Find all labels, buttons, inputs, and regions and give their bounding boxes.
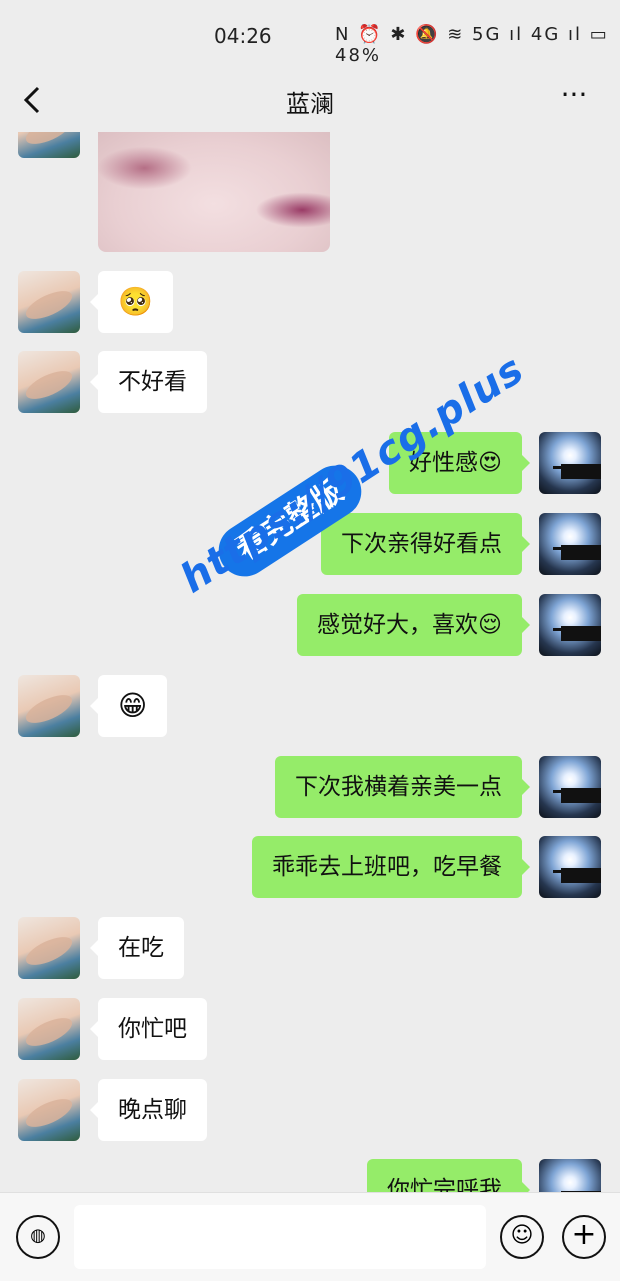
message-bubble[interactable]: 好性感😍: [389, 432, 530, 494]
input-bar: ◍ ☺ +: [0, 1192, 620, 1281]
message-bubble[interactable]: 🥺: [90, 271, 173, 333]
message-bubble[interactable]: 你忙吧: [90, 998, 207, 1060]
status-bar: 04:26 N ⏰ ✱ 🔕 ≋ 5G ıl 4G ıl ▭ 48%: [0, 0, 620, 70]
contact-avatar[interactable]: [18, 675, 80, 737]
message-bubble[interactable]: 下次我横着亲美一点: [275, 756, 530, 818]
message-input[interactable]: [74, 1205, 486, 1269]
plus-icon: +: [571, 1217, 597, 1252]
my-avatar[interactable]: [539, 1159, 601, 1192]
my-avatar[interactable]: [539, 513, 601, 575]
contact-avatar[interactable]: [18, 998, 80, 1060]
contact-avatar[interactable]: [18, 132, 80, 158]
image-message[interactable]: [98, 132, 330, 252]
emoji-button[interactable]: ☺: [500, 1215, 544, 1259]
my-avatar[interactable]: [539, 756, 601, 818]
my-avatar[interactable]: [539, 836, 601, 898]
contact-avatar[interactable]: [18, 271, 80, 333]
contact-avatar[interactable]: [18, 1079, 80, 1141]
voice-button[interactable]: ◍: [16, 1215, 60, 1259]
contact-avatar[interactable]: [18, 917, 80, 979]
plus-button[interactable]: +: [562, 1215, 606, 1259]
chat-header: 蓝澜 ···: [0, 70, 620, 132]
message-bubble[interactable]: 😁: [89, 675, 168, 737]
message-bubble[interactable]: 不好看: [90, 351, 207, 413]
my-avatar[interactable]: [539, 432, 601, 494]
emoji-icon: ☺: [510, 1223, 534, 1248]
message-bubble[interactable]: 晚点聊: [90, 1079, 207, 1141]
battery-percent: 48%: [335, 45, 382, 66]
status-time: 04:26: [214, 24, 272, 48]
message-list[interactable]: 🥺 不好看 好性感😍 下次亲得好看点 感觉好大，喜欢😌 😁 下次我横着亲美一点 …: [0, 132, 620, 1192]
voice-icon: ◍: [30, 1225, 46, 1246]
chat-title: 蓝澜: [286, 90, 334, 118]
message-bubble[interactable]: 感觉好大，喜欢😌: [297, 594, 530, 656]
status-icons: N ⏰ ✱ 🔕 ≋ 5G ıl 4G ıl ▭ 48%: [335, 24, 620, 66]
message-bubble[interactable]: 下次亲得好看点: [321, 513, 530, 575]
contact-avatar[interactable]: [18, 351, 80, 413]
more-options-button[interactable]: ···: [552, 78, 596, 118]
my-avatar[interactable]: [539, 594, 601, 656]
message-bubble[interactable]: 乖乖去上班吧，吃早餐: [252, 836, 530, 898]
message-bubble[interactable]: 你忙完呼我: [367, 1159, 530, 1192]
message-bubble[interactable]: 在吃: [90, 917, 184, 979]
signal-icons: N ⏰ ✱ 🔕 ≋ 5G ıl 4G ıl ▭: [335, 24, 609, 45]
